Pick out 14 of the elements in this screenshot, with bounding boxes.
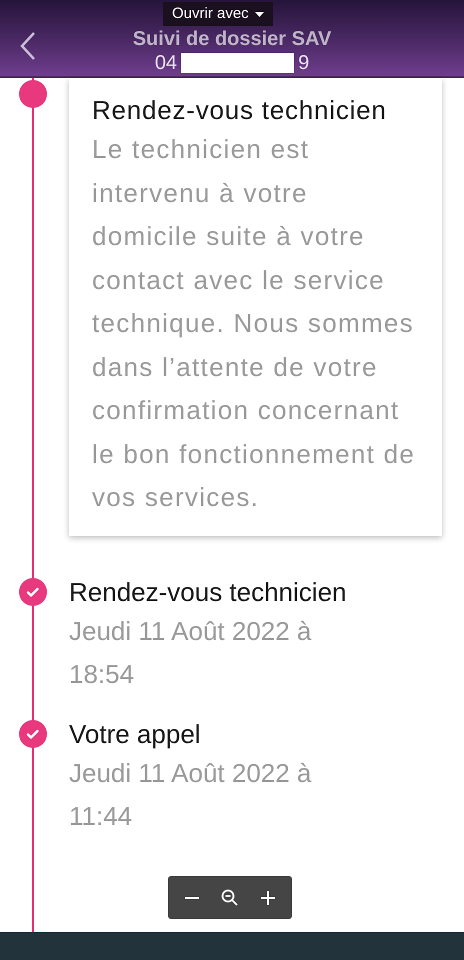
dropdown-caret-icon	[254, 12, 264, 16]
step-date: Jeudi 11 Août 2022 à 18:54	[69, 614, 312, 690]
zoom-in-icon[interactable]	[260, 890, 276, 906]
file-number-end: 9	[298, 51, 310, 75]
back-icon[interactable]	[18, 31, 38, 61]
step-title: Rendez-vous technicien	[92, 94, 388, 127]
step-date: Jeudi 11 Août 2022 à 11:44	[69, 756, 312, 832]
header-title: Suivi de dossier SAV	[132, 27, 332, 51]
file-number-start: 04	[154, 51, 178, 75]
open-with-button[interactable]: Ouvrir avec	[163, 2, 273, 26]
step-description: Le technicien est intervenu à votre domicile suite à votre contact avec le service technique. Nous sommes dans l’attente de votre confirmation concernant le bon fonctionnement de vos services.	[92, 133, 416, 514]
zoom-reset-icon[interactable]	[220, 888, 239, 906]
step-title: Votre appel	[69, 718, 202, 750]
step-title: Rendez-vous technicien	[69, 576, 348, 608]
